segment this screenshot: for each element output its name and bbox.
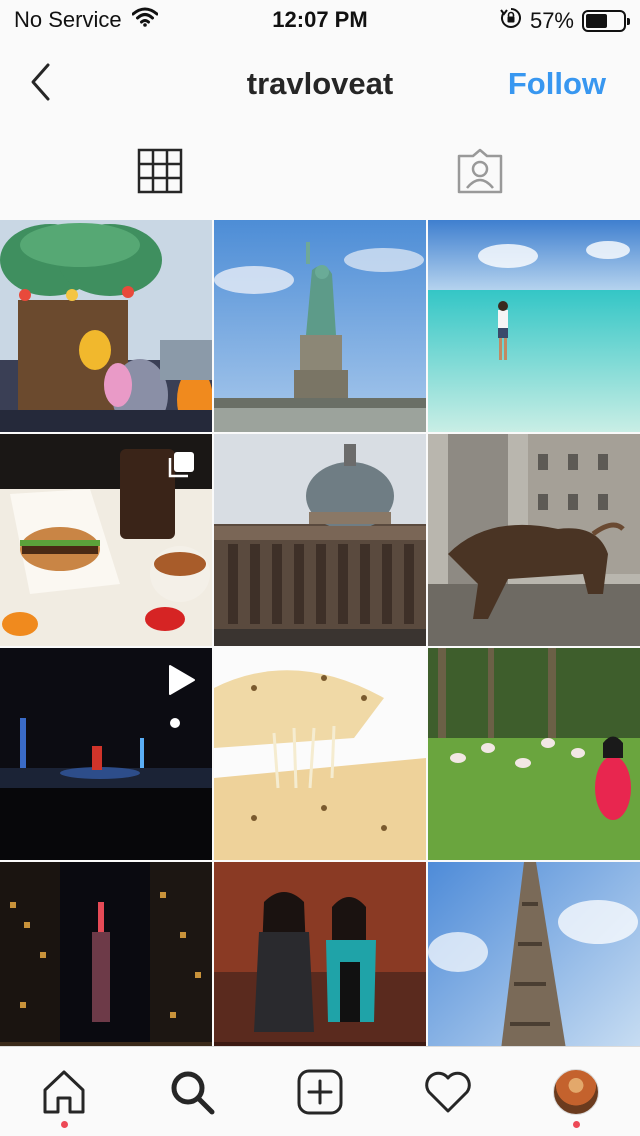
status-bar: No Service 12:07 PM 57% — [0, 0, 640, 40]
post-image — [428, 220, 640, 432]
avatar — [553, 1068, 599, 1115]
grid-icon — [137, 148, 183, 194]
video-play-icon — [166, 664, 196, 701]
post-thumbnail[interactable] — [214, 434, 426, 646]
battery-fill — [586, 14, 607, 28]
post-thumbnail[interactable] — [0, 220, 212, 432]
posts-grid — [0, 220, 640, 1046]
post-image — [428, 862, 640, 1046]
tab-profile[interactable] — [512, 1047, 640, 1136]
battery-icon — [582, 10, 630, 32]
post-image — [214, 434, 426, 646]
post-image — [214, 862, 426, 1046]
tab-new-post[interactable] — [256, 1047, 384, 1136]
post-thumbnail[interactable] — [0, 434, 212, 646]
post-thumbnail[interactable] — [428, 434, 640, 646]
battery-percent: 57% — [529, 8, 574, 33]
post-thumbnail[interactable] — [214, 862, 426, 1046]
heart-icon — [425, 1071, 471, 1112]
profile-notification-dot — [572, 1121, 580, 1128]
post-image — [0, 220, 212, 432]
post-image — [428, 648, 640, 860]
add-post-icon — [297, 1069, 343, 1114]
post-image — [428, 434, 640, 646]
tab-search[interactable] — [128, 1047, 256, 1136]
home-icon — [43, 1070, 85, 1113]
status-right: 57% — [500, 7, 630, 35]
profile-tabs — [0, 126, 640, 216]
home-notification-dot — [60, 1121, 68, 1128]
tagged-person-icon — [457, 148, 503, 194]
post-image — [214, 648, 426, 860]
bottom-tab-bar — [0, 1046, 640, 1136]
tab-activity[interactable] — [384, 1047, 512, 1136]
post-image — [0, 862, 212, 1046]
post-thumbnail[interactable] — [0, 648, 212, 860]
post-thumbnail[interactable] — [0, 862, 212, 1046]
post-thumbnail[interactable] — [428, 862, 640, 1046]
carousel-icon — [166, 450, 196, 485]
orientation-lock-icon — [500, 7, 522, 35]
search-icon — [171, 1071, 215, 1114]
follow-button[interactable]: Follow — [508, 66, 606, 102]
post-thumbnail[interactable] — [428, 648, 640, 860]
post-thumbnail[interactable] — [214, 220, 426, 432]
nav-header: travloveat Follow — [0, 40, 640, 126]
post-thumbnail[interactable] — [214, 648, 426, 860]
post-thumbnail[interactable] — [428, 220, 640, 432]
post-image — [214, 220, 426, 432]
tab-tagged[interactable] — [320, 126, 640, 216]
tab-home[interactable] — [0, 1047, 128, 1136]
tab-grid[interactable] — [0, 126, 320, 216]
